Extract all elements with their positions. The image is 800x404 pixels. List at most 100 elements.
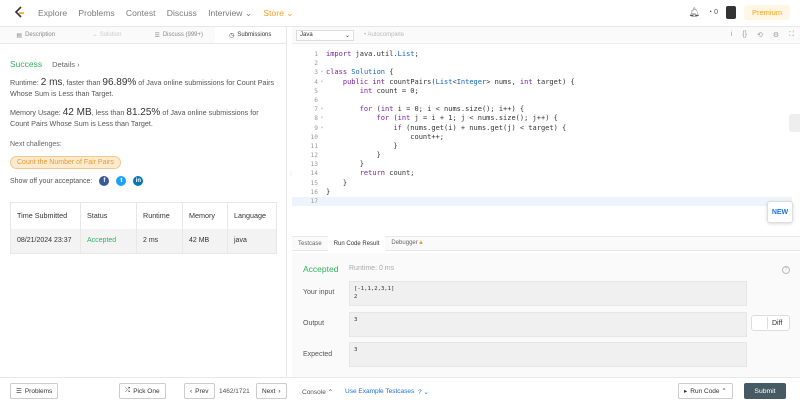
code-line[interactable]: 9 ▾ if (nums.get(i) + nums.get(j) < targe… <box>292 124 792 133</box>
code-line[interactable]: 12 } <box>292 151 792 160</box>
fold-arrow-icon[interactable] <box>318 160 326 169</box>
fold-arrow-icon[interactable]: ▾ <box>318 78 326 87</box>
autocomplete-toggle[interactable]: • Autocomplete <box>364 32 404 38</box>
code-text: } <box>326 178 348 187</box>
fold-arrow-icon[interactable]: ▾ <box>318 114 326 123</box>
fold-arrow-icon[interactable] <box>318 133 326 142</box>
problems-button[interactable]: ☰ Problems <box>10 383 59 399</box>
tab-submissions[interactable]: ◷ Submissions <box>214 27 286 43</box>
code-line[interactable]: 14 return count; <box>292 169 792 178</box>
help-icon[interactable]: ? <box>782 266 790 274</box>
code-line[interactable]: 17 <box>292 197 792 207</box>
premium-button[interactable]: Premium <box>743 5 790 20</box>
code-line[interactable]: 13 } <box>292 160 792 169</box>
line-number: 2 <box>314 60 318 68</box>
fold-arrow-icon[interactable] <box>318 169 326 178</box>
table-row[interactable]: 08/21/2024 23:37 Accepted 2 ms 42 MB jav… <box>10 228 277 254</box>
fold-arrow-icon[interactable] <box>318 142 326 151</box>
code-line[interactable]: 1 import java.util.List; <box>292 50 792 59</box>
twitter-icon[interactable]: t <box>116 176 127 186</box>
code-line[interactable]: 15 } <box>292 179 792 188</box>
tab-solution[interactable]: ⌁ Solution <box>72 27 144 43</box>
code-line[interactable]: 7 ▾ for (int i = 0; i < nums.size(); i++)… <box>292 105 792 114</box>
fold-arrow-icon[interactable] <box>318 179 326 188</box>
tab-debugger[interactable]: Debugger 🔒︎ <box>385 240 428 247</box>
fold-arrow-icon[interactable] <box>318 50 326 59</box>
run-code-label: Run Code ⌃ <box>690 388 727 395</box>
pick-one-button[interactable]: ⤮ Pick One <box>119 383 166 399</box>
details-link[interactable]: Details › <box>52 60 80 69</box>
code-line[interactable]: 4 ▾ public int countPairs(List<Integer> n… <box>292 78 792 87</box>
nav-discuss[interactable]: Discuss <box>167 8 197 18</box>
code-line[interactable]: 11 } <box>292 142 792 151</box>
fold-arrow-icon[interactable] <box>318 59 326 68</box>
points-indicator[interactable]: ◔ 0 <box>708 9 718 16</box>
fold-arrow-icon[interactable] <box>318 151 326 160</box>
page-indicator: 1462/1721 <box>219 388 250 395</box>
code-line[interactable]: 2 <box>292 59 792 68</box>
avatar[interactable] <box>725 6 736 19</box>
memory-prefix: Memory Usage: <box>10 108 63 117</box>
fold-arrow-icon[interactable] <box>318 188 326 197</box>
console-toggle[interactable]: Console ⌃ <box>302 388 333 396</box>
linkedin-icon[interactable]: in <box>133 176 144 186</box>
fullscreen-icon[interactable]: ⛶ <box>789 31 794 39</box>
nav-contest[interactable]: Contest <box>126 8 156 18</box>
tab-discuss[interactable]: ☰ Discuss (999+) <box>143 27 215 43</box>
bell-icon[interactable]: 🔔︎ <box>688 7 699 18</box>
code-line[interactable]: 16} <box>292 188 792 197</box>
new-badge[interactable]: NEW <box>767 201 793 223</box>
side-drawer-handle[interactable] <box>789 114 800 132</box>
cell-status[interactable]: Accepted <box>80 228 137 254</box>
submit-button[interactable]: Submit <box>744 383 786 399</box>
expected-box: 3 <box>349 342 747 367</box>
braces-icon[interactable]: {} <box>742 31 747 39</box>
language-select[interactable]: Java ⌄ <box>296 29 354 41</box>
settings-icon[interactable]: ⚙ <box>773 31 779 39</box>
fold-arrow-icon[interactable] <box>318 197 326 206</box>
diff-switch[interactable] <box>754 317 768 329</box>
fold-arrow-icon[interactable]: ▾ <box>318 68 326 77</box>
code-line[interactable]: 10 count++; <box>292 133 792 142</box>
nav-links: Explore Problems Contest Discuss Intervi… <box>38 8 302 19</box>
tab-testcase[interactable]: Testcase <box>292 241 328 247</box>
code-editor[interactable]: 1 import java.util.List; 2 3 ▾ class Solution… <box>292 50 792 240</box>
fold-arrow-icon[interactable] <box>318 87 326 96</box>
nav-explore[interactable]: Explore <box>38 8 67 18</box>
code-text: for (int j = i + 1; j < nums.size(); j++… <box>376 114 558 123</box>
submission-result: Success Details › Runtime: 2 ms, faster … <box>0 59 286 186</box>
fold-arrow-icon[interactable] <box>318 96 326 105</box>
next-label: Next <box>262 387 276 395</box>
use-example-testcases-link[interactable]: Use Example Testcases <box>345 388 414 395</box>
run-code-button[interactable]: ▸ Run Code ⌃ <box>678 383 733 399</box>
bottom-bar: ☰ Problems ⤮ Pick One ‹ Prev 1462/1721 Next… <box>0 377 800 404</box>
code-line[interactable]: 6 <box>292 96 792 105</box>
code-line[interactable]: 8 ▾ for (int j = i + 1; j < nums.size(); … <box>292 114 792 123</box>
clock-icon: ◷ <box>229 32 235 39</box>
success-status: Success <box>10 59 43 69</box>
code-line[interactable]: 3 ▾ class Solution { <box>292 68 792 77</box>
tab-run-code-result[interactable]: Run Code Result <box>327 236 386 251</box>
tab-description[interactable]: ▤ Description <box>0 27 72 43</box>
col-time: Time Submitted <box>10 202 81 229</box>
nav-right: 🔔︎ ◔ 0 Premium <box>688 5 790 20</box>
info-icon[interactable]: i <box>731 31 733 39</box>
diff-toggle[interactable]: Diff <box>751 315 790 331</box>
help-dropdown-icon[interactable]: ? ⌄ <box>418 388 429 396</box>
nav-store[interactable]: Store ⌄ <box>263 8 293 19</box>
code-line[interactable]: 5 int count = 0; <box>292 87 792 96</box>
facebook-icon[interactable]: f <box>99 176 110 186</box>
challenge-chip[interactable]: Count the Number of Fair Pairs <box>10 156 121 169</box>
result-header: Success Details › <box>10 59 276 69</box>
fold-arrow-icon[interactable]: ▾ <box>318 105 326 114</box>
leetcode-logo[interactable] <box>13 6 27 20</box>
nav-interview[interactable]: Interview ⌄ <box>208 8 252 19</box>
prev-button[interactable]: ‹ Prev <box>184 383 215 399</box>
tab-solution-label: Solution <box>99 32 122 38</box>
nav-problems[interactable]: Problems <box>78 8 114 18</box>
next-button[interactable]: Next › <box>256 383 287 399</box>
diff-label: Diff <box>772 319 783 327</box>
cell-runtime: 2 ms <box>136 228 183 254</box>
fold-arrow-icon[interactable]: ▾ <box>318 124 326 133</box>
reset-icon[interactable]: ⟲ <box>757 31 763 39</box>
